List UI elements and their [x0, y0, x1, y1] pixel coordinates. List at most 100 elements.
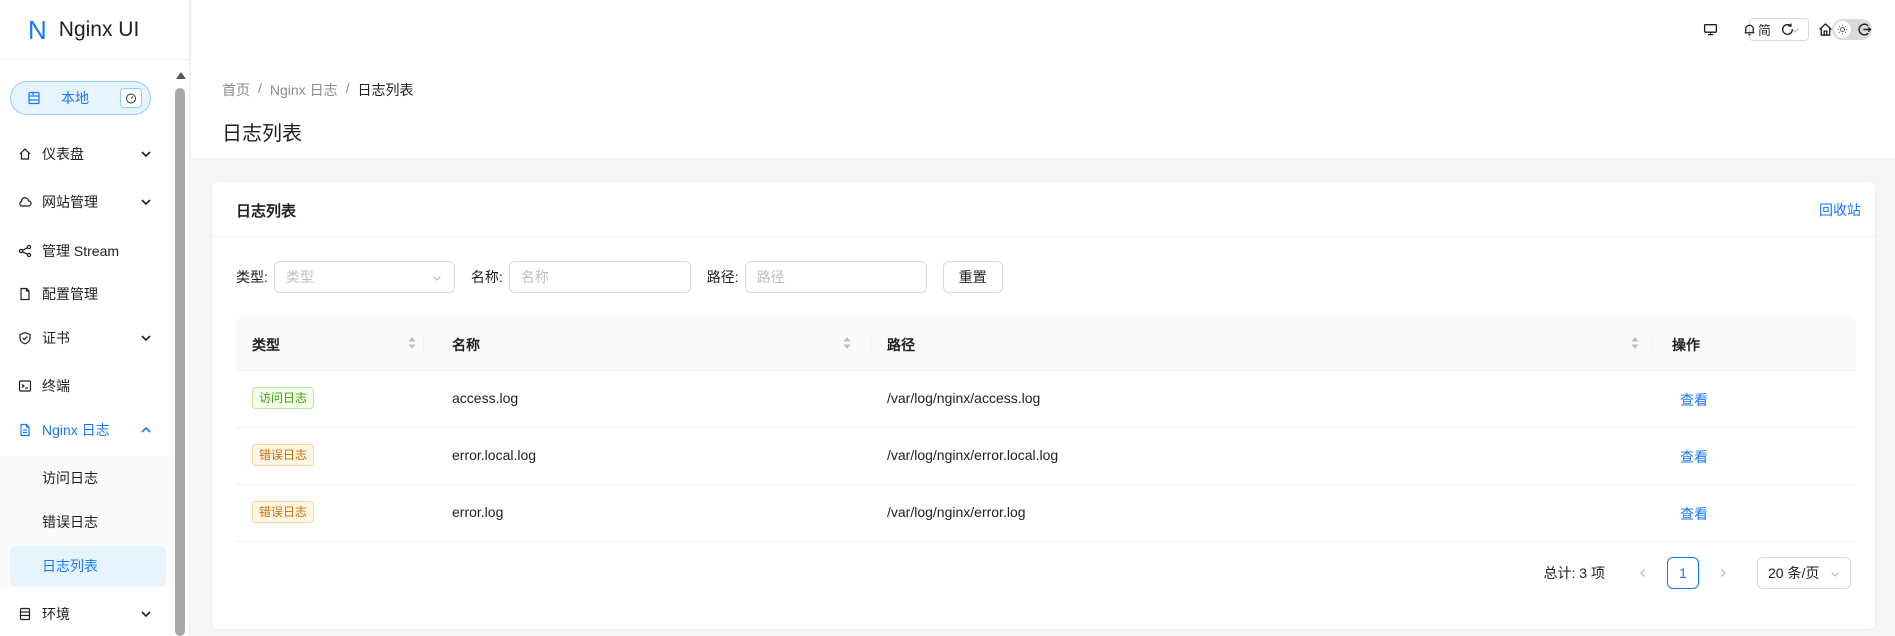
view-link[interactable]: 查看: [1680, 390, 1708, 410]
column-divider: [1652, 335, 1653, 353]
terminal-icon: [18, 379, 32, 393]
top-header: 简: [191, 0, 1895, 60]
reset-button[interactable]: 重置: [942, 261, 1003, 293]
pagination-total: 总计: 3 项: [1543, 565, 1605, 581]
sidebar-item-environment[interactable]: 环境: [10, 594, 166, 634]
breadcrumb: 首页 / Nginx 日志 / 日志列表: [222, 80, 413, 100]
file-text-icon: [18, 423, 32, 437]
logout-icon[interactable]: [1856, 21, 1872, 37]
path-filter-input[interactable]: 路径: [744, 261, 927, 293]
card-title: 日志列表: [236, 203, 297, 220]
type-tag: 访问日志: [252, 387, 315, 409]
sidebar-scrollbar-thumb[interactable]: [175, 88, 185, 636]
sidebar-item-certificates[interactable]: 证书: [10, 318, 166, 358]
chevron-left-icon: [1640, 569, 1645, 577]
sidebar: N Nginx UI 本地 仪表盘 网站管理 管理 Stream 配置管理 证书…: [0, 0, 190, 636]
name-filter-label: 名称:: [470, 269, 503, 285]
cloud-icon: [18, 195, 32, 209]
table-row: 访问日志 access.log /var/log/nginx/access.lo…: [236, 371, 1856, 428]
log-path: /var/log/nginx/error.local.log: [887, 447, 1059, 463]
column-divider: [423, 335, 424, 353]
prev-page-button[interactable]: [1627, 557, 1659, 589]
sidebar-item-config[interactable]: 配置管理: [10, 274, 166, 314]
node-selector[interactable]: 本地: [10, 81, 151, 115]
column-header-name[interactable]: 名称: [452, 335, 480, 355]
trash-link[interactable]: 回收站: [1819, 200, 1861, 220]
scrollbar-up-arrow[interactable]: [176, 72, 186, 79]
pagination: 总计: 3 项 1 20 条/页: [1544, 557, 1851, 589]
chevron-right-icon: [1721, 569, 1726, 577]
sidebar-item-terminal[interactable]: 终端: [10, 366, 166, 406]
sidebar-item-sites[interactable]: 网站管理: [10, 182, 166, 222]
logo-icon: N: [28, 14, 47, 45]
table-row: 错误日志 error.local.log /var/log/nginx/erro…: [236, 428, 1856, 485]
database-icon: [18, 607, 32, 621]
bell-icon[interactable]: [1741, 21, 1757, 37]
sidebar-item-label: 仪表盘: [42, 146, 84, 162]
column-header-actions: 操作: [1672, 337, 1700, 353]
chevron-down-icon: [432, 276, 441, 281]
file-icon: [18, 287, 32, 301]
card-header: 日志列表 回收站: [212, 182, 1875, 237]
chevron-down-icon: [1831, 572, 1839, 577]
logo[interactable]: N Nginx UI: [0, 0, 189, 60]
chevron-down-icon: [141, 335, 151, 342]
type-filter-placeholder: 类型: [285, 269, 314, 285]
sidebar-subitem-label: 日志列表: [42, 558, 98, 574]
page-number[interactable]: 1: [1667, 557, 1699, 589]
filter-bar: 类型: 类型 名称: 名称 路径: 路径 重置: [236, 261, 1003, 293]
sidebar-item-label: 终端: [42, 378, 70, 394]
sidebar-subitem-access-log[interactable]: 访问日志: [10, 458, 166, 498]
reload-icon[interactable]: [1779, 21, 1795, 37]
log-name: error.log: [452, 504, 504, 520]
sidebar-item-dashboard[interactable]: 仪表盘: [10, 134, 166, 174]
server-icon: [27, 91, 41, 105]
home-icon: [18, 147, 32, 161]
sidebar-subitem-log-list[interactable]: 日志列表: [10, 546, 166, 586]
sidebar-item-label: 管理 Stream: [42, 243, 120, 259]
sort-icon[interactable]: [1631, 336, 1639, 350]
sidebar-subitem-error-log[interactable]: 错误日志: [10, 502, 166, 542]
log-list-card: 日志列表 回收站 类型: 类型 名称: 名称 路径: 路径 重置 类型 名称 路…: [211, 181, 1876, 630]
next-page-button[interactable]: [1707, 557, 1739, 589]
type-filter-label: 类型:: [236, 269, 268, 285]
table-header: 类型 名称 路径 操作: [236, 316, 1856, 371]
sidebar-item-stream[interactable]: 管理 Stream: [10, 231, 166, 271]
sidebar-item-label: Nginx 日志: [42, 422, 110, 438]
chevron-down-icon: [141, 199, 151, 206]
sidebar-item-nginx-log[interactable]: Nginx 日志: [10, 410, 166, 450]
path-filter-placeholder: 路径: [756, 269, 785, 285]
page-title: 日志列表: [222, 123, 302, 145]
view-link[interactable]: 查看: [1680, 447, 1708, 467]
breadcrumb-separator: /: [258, 80, 262, 96]
sidebar-item-label: 环境: [42, 606, 70, 622]
breadcrumb-nginx-log[interactable]: Nginx 日志: [270, 80, 338, 100]
home-icon[interactable]: [1817, 21, 1833, 37]
page-size-select[interactable]: 20 条/页: [1757, 557, 1851, 589]
column-header-path[interactable]: 路径: [887, 335, 915, 355]
sort-icon[interactable]: [843, 336, 851, 350]
node-label: 本地: [61, 90, 89, 106]
sun-icon: [1834, 21, 1851, 38]
table-row: 错误日志 error.log /var/log/nginx/error.log …: [236, 485, 1856, 542]
type-filter-select[interactable]: 类型: [273, 261, 455, 293]
column-header-type[interactable]: 类型: [252, 335, 280, 355]
name-filter-input[interactable]: 名称: [508, 261, 691, 293]
sidebar-item-label: 网站管理: [42, 194, 98, 210]
path-filter-label: 路径:: [706, 269, 739, 285]
chevron-up-icon: [141, 426, 151, 433]
log-name: access.log: [452, 390, 519, 406]
breadcrumb-home[interactable]: 首页: [222, 80, 250, 100]
type-tag: 错误日志: [252, 501, 315, 523]
dashboard-icon[interactable]: [120, 88, 142, 108]
view-link[interactable]: 查看: [1680, 504, 1708, 524]
column-divider: [870, 335, 871, 353]
chevron-down-icon: [141, 611, 151, 618]
desktop-icon[interactable]: [1702, 21, 1718, 37]
share-icon: [18, 244, 32, 258]
app-title: Nginx UI: [58, 17, 140, 41]
sort-icon[interactable]: [408, 336, 416, 350]
name-filter-placeholder: 名称: [520, 269, 549, 285]
page-header: 首页 / Nginx 日志 / 日志列表 日志列表: [191, 60, 1895, 159]
log-path: /var/log/nginx/access.log: [887, 390, 1041, 406]
